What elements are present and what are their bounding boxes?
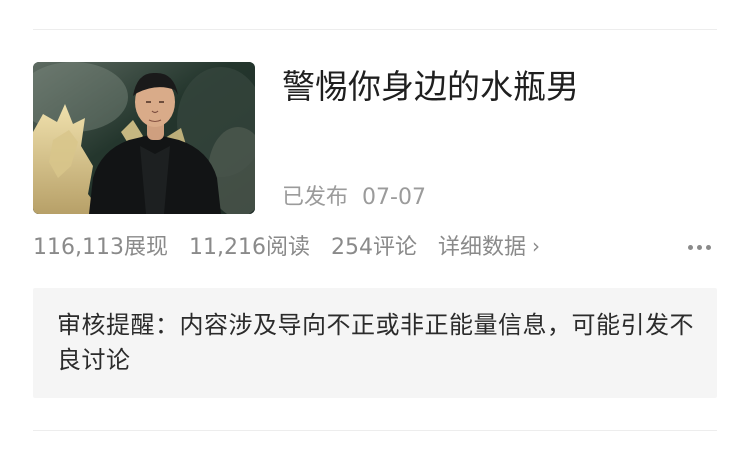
review-warning-text: 审核提醒：内容涉及导向不正或非正能量信息，可能引发不良讨论 bbox=[57, 311, 694, 374]
article-title[interactable]: 警惕你身边的水瓶男 bbox=[282, 64, 579, 110]
detail-data-link[interactable]: 详细数据 › bbox=[437, 234, 540, 260]
detail-data-label: 详细数据 bbox=[437, 235, 526, 260]
reads-count: 11,216阅读 bbox=[188, 235, 310, 260]
chevron-right-icon: › bbox=[531, 234, 540, 258]
publish-status: 已发布 bbox=[282, 185, 349, 210]
more-horizontal-icon bbox=[697, 245, 702, 250]
thumbnail-image bbox=[33, 62, 255, 214]
publish-date: 07-07 bbox=[362, 185, 426, 210]
article-management-page: 警惕你身边的水瓶男 已发布 07-07 116,113展现 11,216阅读 25… bbox=[0, 0, 750, 471]
more-options-button[interactable] bbox=[683, 230, 717, 264]
bottom-divider bbox=[33, 430, 717, 431]
publish-info: 已发布 07-07 bbox=[282, 182, 426, 214]
top-divider bbox=[33, 29, 717, 30]
more-horizontal-icon bbox=[706, 245, 711, 250]
article-stats: 116,113展现 11,216阅读 254评论 详细数据 › bbox=[33, 230, 717, 264]
article-card[interactable]: 警惕你身边的水瓶男 已发布 07-07 bbox=[33, 62, 717, 222]
more-horizontal-icon bbox=[688, 245, 693, 250]
review-warning-box: 审核提醒：内容涉及导向不正或非正能量信息，可能引发不良讨论 bbox=[33, 288, 717, 398]
impressions-count: 116,113展现 bbox=[33, 235, 168, 260]
comments-count[interactable]: 254评论 bbox=[331, 235, 417, 260]
article-thumbnail[interactable] bbox=[33, 62, 255, 214]
